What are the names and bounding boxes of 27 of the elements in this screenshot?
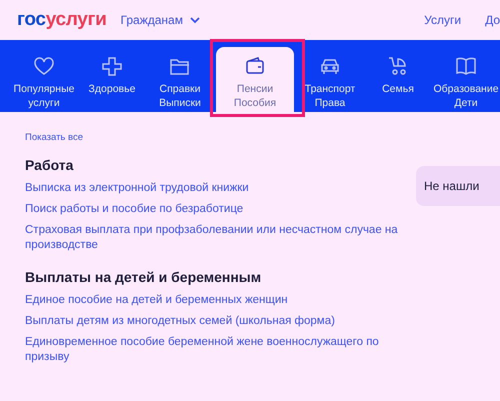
service-link[interactable]: Выплаты детям из многодетных семей (школьная форма)	[25, 314, 405, 329]
book-icon	[455, 56, 477, 76]
section-title: Выплаты на детей и беременным	[25, 269, 262, 285]
service-link[interactable]: Единое пособие на детей и беременных женщин	[25, 293, 405, 308]
audience-menu[interactable]: Гражданам	[120, 13, 200, 27]
heart-icon	[33, 56, 55, 76]
nav-link[interactable]: До	[485, 13, 500, 27]
nav-link[interactable]: Услуги	[424, 13, 462, 27]
help-card[interactable]: Не нашли	[416, 166, 500, 206]
plus-icon	[101, 56, 123, 76]
category-tab[interactable]: Популярные услуги	[10, 50, 78, 112]
stroller-icon	[387, 56, 409, 76]
category-tab[interactable]: Транспорт Права	[296, 50, 364, 112]
wallet-icon	[244, 56, 266, 76]
category-tab[interactable]: Семья	[364, 50, 432, 112]
gosuslugi-logo[interactable]: госуслуги	[17, 9, 107, 31]
service-link[interactable]: Страховая выплата при профзаболевании или несчастном случае на производстве	[25, 223, 405, 253]
section-title: Работа	[25, 157, 74, 173]
category-tab[interactable]: Справки Выписки	[146, 50, 214, 112]
service-link[interactable]: Поиск работы и пособие по безработице	[25, 202, 405, 217]
category-tab[interactable]: Пенсии Пособия	[216, 47, 294, 112]
chevron-down-icon	[190, 16, 200, 24]
service-link[interactable]: Выписка из электронной трудовой книжки	[25, 181, 405, 196]
service-link[interactable]: Единовременное пособие беременной жене военнослужащего по призыву	[25, 335, 405, 365]
category-tab[interactable]: Образование Дети	[432, 50, 500, 112]
show-all-link[interactable]: Показать все	[25, 132, 405, 143]
category-tab[interactable]: Здоровье	[78, 50, 146, 112]
